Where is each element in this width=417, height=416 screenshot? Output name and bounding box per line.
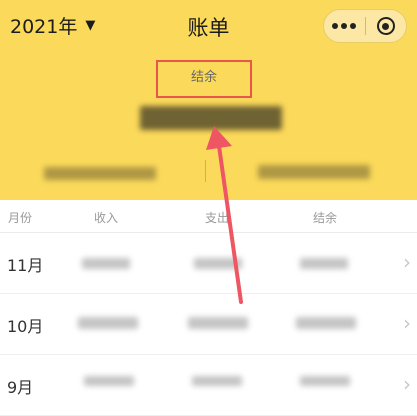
row-balance-redacted [296, 317, 356, 329]
row-income-redacted [82, 258, 130, 269]
balance-amount-redacted [140, 106, 282, 130]
miniprogram-capsule [323, 9, 407, 43]
table-row[interactable]: 11月 › [0, 232, 417, 294]
column-month: 月份 [8, 211, 33, 225]
expense-total-redacted [258, 165, 370, 179]
close-button[interactable] [365, 10, 406, 42]
income-total-redacted [44, 167, 156, 180]
row-expense-redacted [194, 258, 242, 269]
column-expense: 支出 [205, 211, 230, 225]
table-row[interactable]: 9月 › [0, 354, 417, 416]
summary-header: 2021年 ▼ 账单 结余 [0, 0, 417, 200]
row-month: 9月 [7, 378, 34, 397]
target-circle-icon [376, 17, 395, 35]
row-month: 11月 [7, 256, 44, 275]
chevron-right-icon: › [403, 372, 411, 396]
row-income-redacted [78, 317, 138, 329]
table-row[interactable]: 10月 › [0, 293, 417, 355]
row-month: 10月 [7, 317, 44, 336]
column-income: 收入 [94, 211, 119, 225]
balance-highlight-box [156, 60, 252, 98]
more-button[interactable] [324, 10, 365, 42]
more-dots-icon [332, 23, 357, 29]
chevron-right-icon: › [403, 311, 411, 335]
chevron-right-icon: › [403, 250, 411, 274]
table-header: 月份 收入 支出 结余 [0, 200, 417, 233]
row-expense-redacted [188, 317, 248, 329]
row-balance-redacted [300, 258, 348, 269]
summary-divider [205, 160, 206, 182]
column-balance: 结余 [313, 211, 338, 225]
